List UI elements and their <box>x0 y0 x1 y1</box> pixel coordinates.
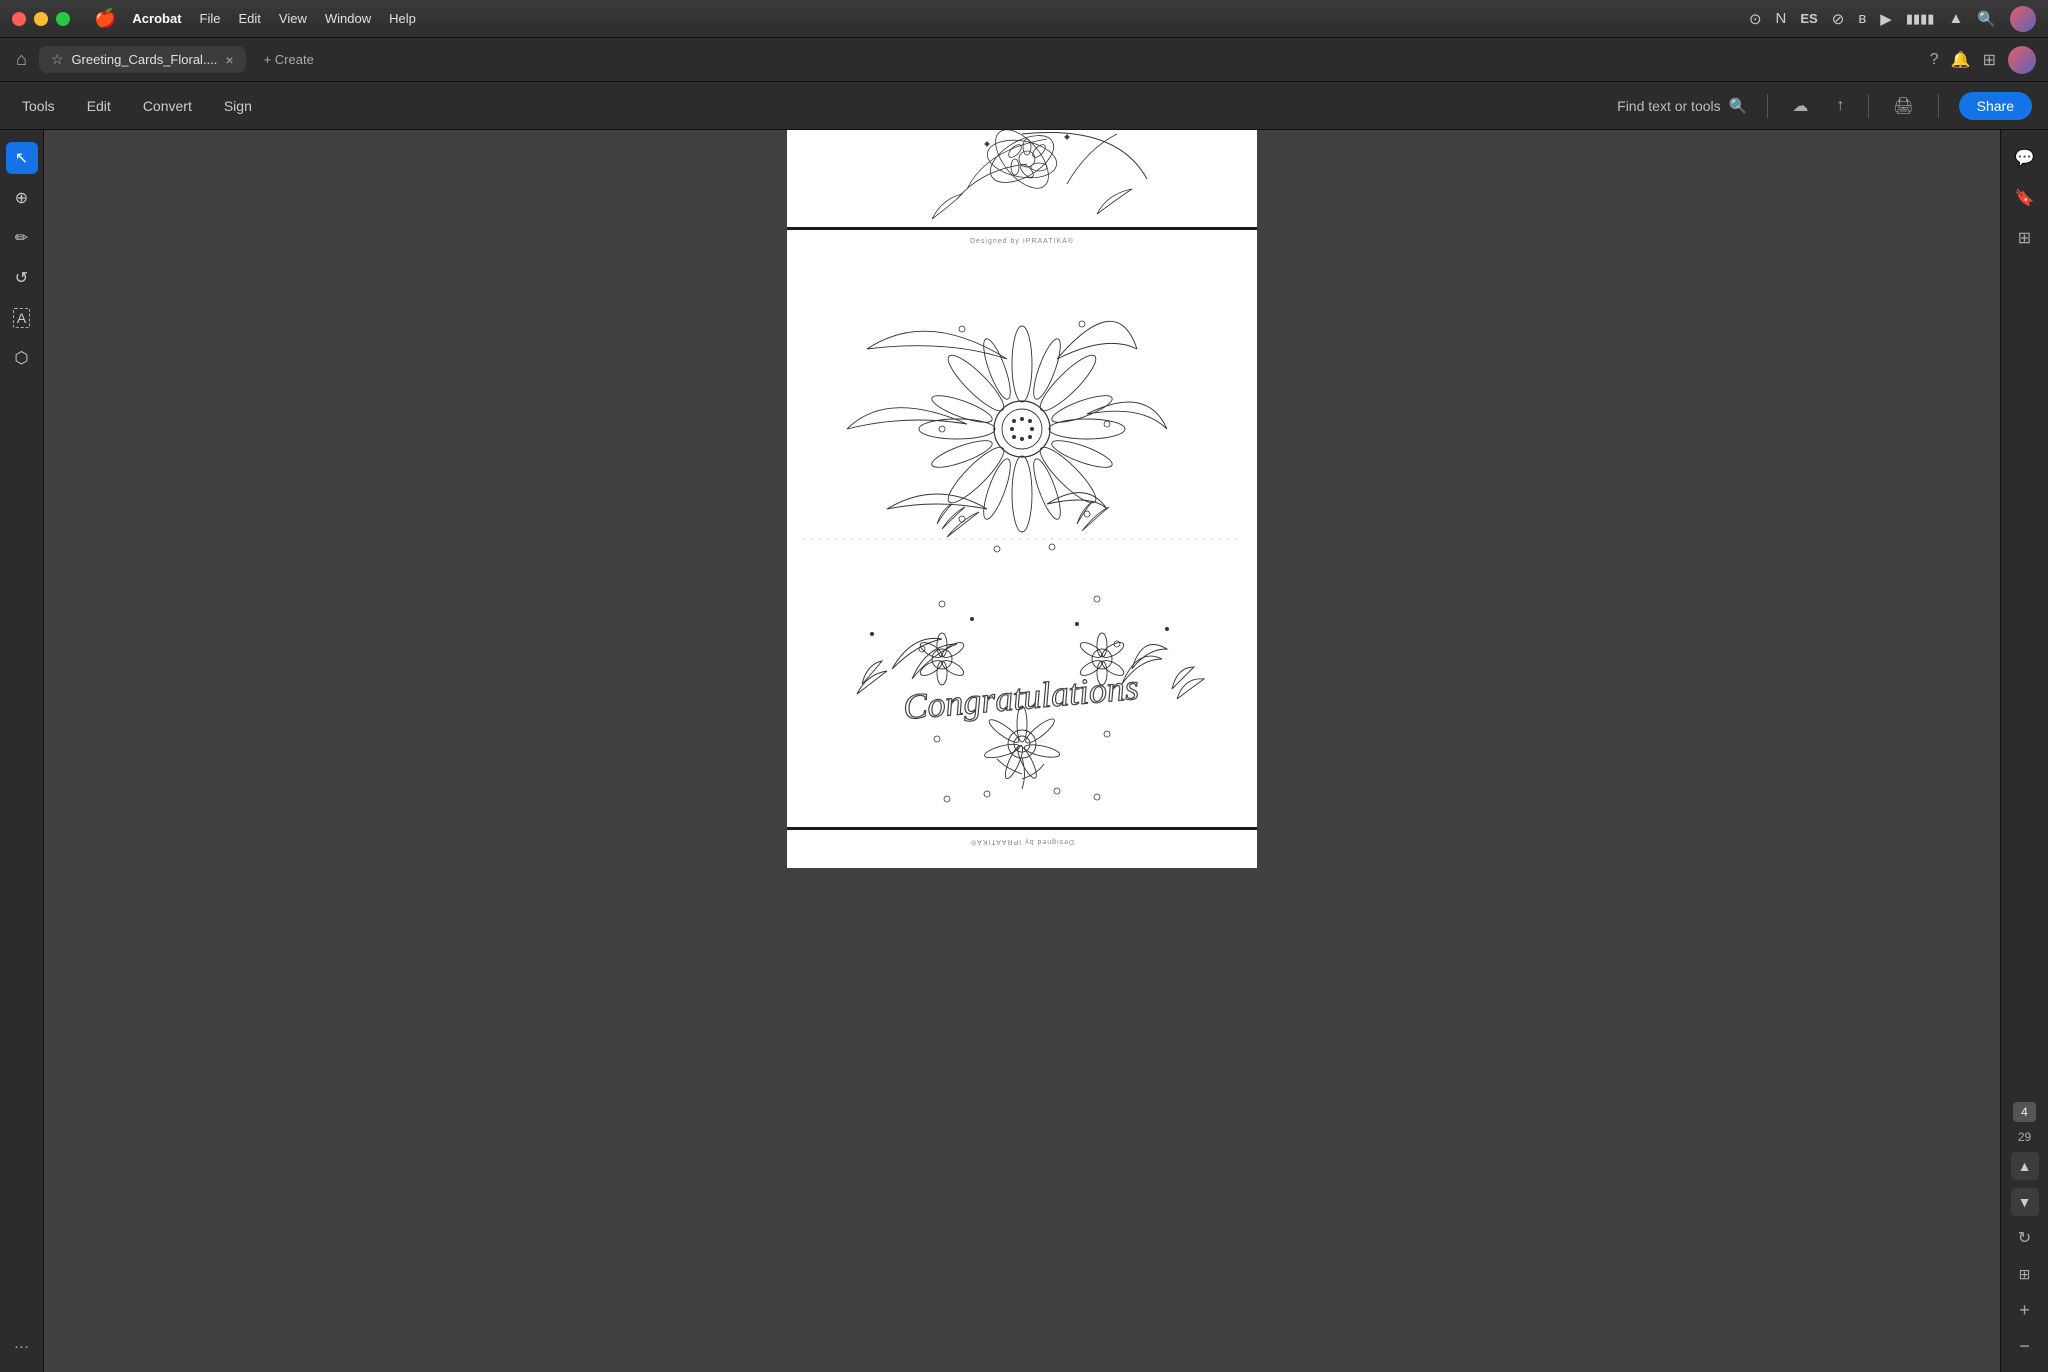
search-toolbar[interactable]: Find text or tools 🔍 <box>1617 97 1747 115</box>
search-toolbar-label: Find text or tools <box>1617 98 1721 114</box>
battery-icon: ▮▮▮▮ <box>1906 11 1935 27</box>
music-icon: ⊘ <box>1832 10 1845 28</box>
toolbar-divider-3 <box>1938 94 1939 118</box>
bookmark-icon: 🔖 <box>2015 188 2035 208</box>
add-icon: ⊕ <box>15 188 28 208</box>
pages-container[interactable]: Designed by IPRAATIKA® <box>44 130 2000 1372</box>
zoom-out-button[interactable]: − <box>2011 1332 2039 1360</box>
print-icon[interactable]: 🖨 <box>1889 92 1917 120</box>
menu-right: ⊙ N ES ⊘ ʙ ▶ ▮▮▮▮ ▲ 🔍 <box>1749 6 2036 32</box>
page-5-watermark: Designed by IPRAATIKA® <box>970 838 1074 845</box>
rotate-icon: ↻ <box>2018 1228 2031 1248</box>
bluetooth-icon: ʙ <box>1858 10 1866 27</box>
wifi-icon: ▲ <box>1948 10 1963 27</box>
menu-bar: 🍎 Acrobat File Edit View Window Help ⊙ N… <box>0 0 2048 38</box>
menu-window[interactable]: Window <box>325 11 371 26</box>
upload-icon[interactable]: ↑ <box>1832 93 1848 119</box>
chevron-down-icon: ▼ <box>2018 1194 2032 1210</box>
user-avatar-tab[interactable] <box>2008 46 2036 74</box>
screen-record-icon: ⊙ <box>1749 10 1762 28</box>
user-avatar-menu[interactable] <box>2010 6 2036 32</box>
bell-icon[interactable]: 🔔 <box>1951 50 1971 70</box>
tab-add-button[interactable]: + Create <box>254 47 324 72</box>
tab-title: Greeting_Cards_Floral.... <box>71 52 217 67</box>
menu-edit[interactable]: Edit <box>239 11 261 26</box>
menu-items: Acrobat File Edit View Window Help <box>132 11 415 26</box>
text-select-icon: A <box>13 308 30 328</box>
table-icon: ⊞ <box>2019 1266 2031 1283</box>
toolbar: Tools Edit Convert Sign Find text or too… <box>0 82 2048 130</box>
pdf-page-3-bottom <box>787 130 1257 230</box>
close-button[interactable] <box>12 12 26 26</box>
search-menu-icon[interactable]: 🔍 <box>1977 10 1996 28</box>
tab-greeting-cards[interactable]: ☆ Greeting_Cards_Floral.... × <box>39 46 246 73</box>
page-total-number: 29 <box>2018 1130 2031 1144</box>
stamp-icon: ⬡ <box>15 348 29 368</box>
page-up-button[interactable]: ▲ <box>2011 1152 2039 1180</box>
pdf-viewer: Designed by IPRAATIKA® <box>44 130 2000 1372</box>
toolbar-divider-1 <box>1767 94 1768 118</box>
menu-acrobat[interactable]: Acrobat <box>132 11 181 26</box>
menu-help[interactable]: Help <box>389 11 416 26</box>
more-icon: … <box>14 1335 30 1353</box>
traffic-lights <box>12 12 70 26</box>
apps-grid-icon[interactable]: ⊞ <box>1983 50 1996 70</box>
pdf-page-5-top: Designed by IPRAATIKA® <box>787 830 1257 868</box>
comments-button[interactable]: 💬 <box>2009 142 2041 174</box>
table-export-button[interactable]: ⊞ <box>2011 1260 2039 1288</box>
sign-button[interactable]: Sign <box>218 94 258 118</box>
convert-button[interactable]: Convert <box>137 94 198 118</box>
pen-tool[interactable]: ✏ <box>6 222 38 254</box>
main-area: ↖ ⊕ ✏ ↺ A ⬡ … <box>0 130 2048 1372</box>
zoom-in-icon: + <box>2019 1300 2030 1321</box>
play-icon: ▶ <box>1880 10 1892 28</box>
add-tool[interactable]: ⊕ <box>6 182 38 214</box>
chevron-up-icon: ▲ <box>2018 1158 2032 1174</box>
zoom-in-button[interactable]: + <box>2011 1296 2039 1324</box>
pen-icon: ✏ <box>15 228 28 248</box>
thumbnails-icon: ⊞ <box>2018 228 2031 248</box>
right-panel: 💬 🔖 ⊞ 4 29 ▲ ▼ ↻ ⊞ + − <box>2000 130 2048 1372</box>
help-icon[interactable]: ? <box>1930 51 1939 69</box>
undo-redo-tool[interactable]: ↺ <box>6 262 38 294</box>
tab-close-button[interactable]: × <box>225 52 233 68</box>
cursor-icon: ↖ <box>15 148 28 168</box>
text-select-tool[interactable]: A <box>6 302 38 334</box>
cursor-tool[interactable]: ↖ <box>6 142 38 174</box>
stamp-tool[interactable]: ⬡ <box>6 342 38 374</box>
floral-top-svg <box>787 130 1257 229</box>
bookmarks-button[interactable]: 🔖 <box>2009 182 2041 214</box>
left-sidebar: ↖ ⊕ ✏ ↺ A ⬡ … <box>0 130 44 1372</box>
minimize-button[interactable] <box>34 12 48 26</box>
save-cloud-icon[interactable]: ☁ <box>1788 92 1812 120</box>
page-down-button[interactable]: ▼ <box>2011 1188 2039 1216</box>
redo-icon: ↺ <box>15 268 28 288</box>
tab-add-label: + Create <box>264 52 314 67</box>
comment-icon: 💬 <box>2015 148 2035 168</box>
tab-star-icon: ☆ <box>51 51 64 68</box>
apple-logo-icon: 🍎 <box>94 8 116 29</box>
thumbnails-button[interactable]: ⊞ <box>2009 222 2041 254</box>
rotate-button[interactable]: ↻ <box>2011 1224 2039 1252</box>
zoom-out-icon: − <box>2019 1336 2030 1357</box>
menu-view[interactable]: View <box>279 11 307 26</box>
home-button[interactable]: ⌂ <box>12 45 31 74</box>
es-icon: ES <box>1800 11 1817 26</box>
notion-icon: N <box>1776 10 1787 27</box>
page-watermark: Designed by IPRAATIKA® <box>970 238 1074 245</box>
page-current-number: 4 <box>2013 1102 2036 1122</box>
menu-file[interactable]: File <box>200 11 221 26</box>
tab-bar: ⌂ ☆ Greeting_Cards_Floral.... × + Create… <box>0 38 2048 82</box>
fullscreen-button[interactable] <box>56 12 70 26</box>
tools-button[interactable]: Tools <box>16 94 61 118</box>
search-toolbar-icon: 🔍 <box>1729 97 1748 115</box>
toolbar-divider-2 <box>1868 94 1869 118</box>
pdf-page-4: Designed by IPRAATIKA® <box>787 230 1257 830</box>
share-button[interactable]: Share <box>1959 92 2032 120</box>
pdf-page-4-svg: Congratulations <box>787 230 1257 829</box>
more-tools-button[interactable]: … <box>6 1328 38 1360</box>
tab-bar-right: ? 🔔 ⊞ <box>1930 46 2036 74</box>
edit-button[interactable]: Edit <box>81 94 117 118</box>
